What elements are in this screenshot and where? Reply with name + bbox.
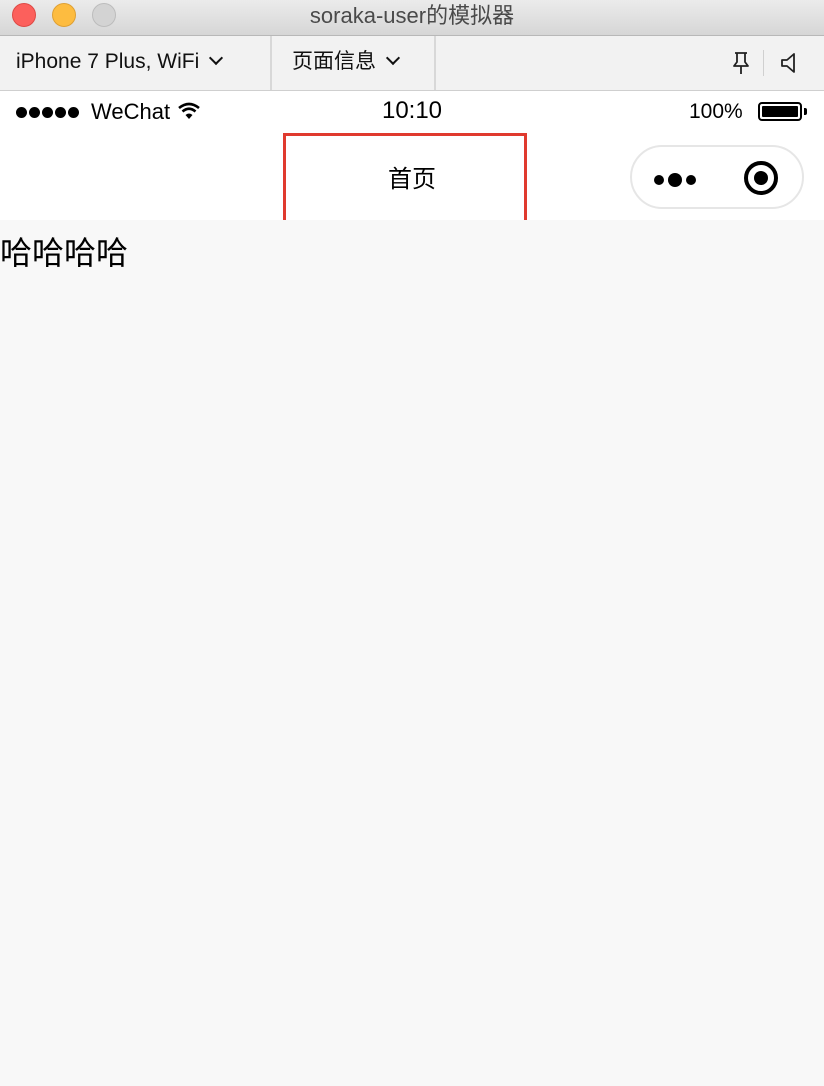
more-dots-icon[interactable] <box>654 171 700 187</box>
close-target-icon[interactable] <box>744 161 778 195</box>
page-info-label: 页面信息 <box>292 50 376 73</box>
page-info-selector[interactable]: 页面信息 <box>272 36 436 90</box>
chevron-down-icon <box>385 50 401 66</box>
device-selector[interactable]: iPhone 7 Plus, WiFi <box>0 36 272 90</box>
battery-percentage: 100% <box>689 100 743 123</box>
toolbar-divider <box>763 50 764 76</box>
title-bar[interactable]: soraka-user的模拟器 <box>0 0 824 36</box>
phone-status-bar: WeChat 10:10 100% <box>0 91 824 131</box>
battery-icon <box>758 102 802 121</box>
simulator-window: soraka-user的模拟器 iPhone 7 Plus, WiFi 页面信息… <box>0 0 824 1086</box>
page-content: 哈哈哈哈 <box>0 220 824 1086</box>
page-text: 哈哈哈哈 <box>0 235 129 271</box>
window-title: soraka-user的模拟器 <box>309 3 515 28</box>
pin-icon[interactable] <box>728 50 754 76</box>
battery-tip <box>804 108 807 115</box>
chevron-down-icon <box>209 50 224 66</box>
title-highlight-box <box>283 133 527 227</box>
mini-program-navbar: 首页 <box>0 131 824 227</box>
simulator-toolbar: iPhone 7 Plus, WiFi 页面信息 <box>0 36 824 91</box>
speaker-icon[interactable] <box>778 50 804 76</box>
capsule-menu <box>630 145 804 209</box>
device-selector-label: iPhone 7 Plus, WiFi <box>16 50 200 73</box>
